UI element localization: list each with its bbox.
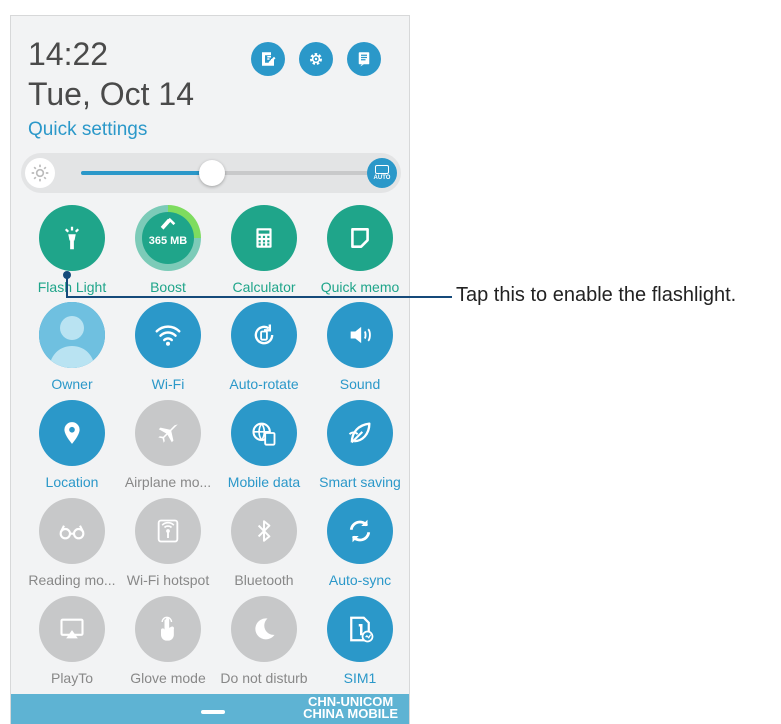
- auto-brightness-button[interactable]: AUTO: [367, 158, 397, 188]
- drag-handle[interactable]: [201, 710, 225, 714]
- mobile-data-icon: [231, 400, 297, 466]
- tile-flash-light[interactable]: Flash Light: [23, 205, 121, 303]
- sound-icon: [327, 302, 393, 368]
- leaf-icon: [327, 400, 393, 466]
- notes-button[interactable]: [347, 42, 381, 76]
- tile-auto-sync[interactable]: Auto-sync: [311, 498, 409, 596]
- glove-icon: [135, 596, 201, 662]
- tile-label: Bluetooth: [234, 572, 294, 588]
- tile-sound[interactable]: Sound: [311, 302, 409, 400]
- gear-icon: [310, 53, 322, 65]
- airplane-icon: [135, 400, 201, 466]
- tile-label: Calculator: [232, 279, 296, 295]
- hotspot-icon: [135, 498, 201, 564]
- auto-brightness-label: AUTO: [373, 174, 391, 181]
- tile-label: Auto-rotate: [229, 376, 299, 392]
- auto-brightness-icon: [375, 164, 389, 174]
- boost-value: 365 MB: [148, 235, 188, 247]
- memo-icon: [327, 205, 393, 271]
- brightness-thumb[interactable]: [199, 160, 226, 186]
- tile-label: Owner: [51, 376, 93, 392]
- edit-icon: [262, 52, 276, 66]
- tile-wi-fi-hotspot[interactable]: Wi-Fi hotspot: [119, 498, 217, 596]
- sim-icon: [327, 596, 393, 662]
- tile-reading-mo[interactable]: Reading mo...: [23, 498, 121, 596]
- brightness-bar: AUTO: [21, 153, 401, 193]
- tile-bluetooth[interactable]: Bluetooth: [215, 498, 313, 596]
- tile-do-not-disturb[interactable]: Do not disturb: [215, 596, 313, 694]
- tile-label: Airplane mo...: [124, 474, 212, 490]
- tile-airplane-mo[interactable]: Airplane mo...: [119, 400, 217, 498]
- flashlight-icon: [39, 205, 105, 271]
- tile-playto[interactable]: PlayTo: [23, 596, 121, 694]
- avatar-icon: [39, 302, 105, 368]
- settings-button[interactable]: [299, 42, 333, 76]
- boost-icon: 365 MB: [135, 205, 201, 271]
- edit-button[interactable]: [251, 42, 285, 76]
- callout-leader-horizontal: [66, 296, 452, 298]
- tile-label: Do not disturb: [220, 670, 308, 686]
- tile-label: Location: [45, 474, 99, 490]
- tile-label: Glove mode: [130, 670, 206, 686]
- tile-label: Wi-Fi hotspot: [126, 572, 210, 588]
- tile-label: Smart saving: [319, 474, 401, 490]
- clock-time: 14:22: [28, 36, 109, 72]
- glasses-icon: [39, 498, 105, 564]
- tile-sim1[interactable]: SIM1: [311, 596, 409, 694]
- tile-owner[interactable]: Owner: [23, 302, 121, 400]
- tile-auto-rotate[interactable]: Auto-rotate: [215, 302, 313, 400]
- tile-label: Wi-Fi: [151, 376, 185, 392]
- tile-label: Boost: [150, 279, 186, 295]
- tile-label: Reading mo...: [28, 572, 116, 588]
- tile-glove-mode[interactable]: Glove mode: [119, 596, 217, 694]
- navigation-bar: CHN-UNICOM CHINA MOBILE: [11, 694, 409, 724]
- calculator-icon: [231, 205, 297, 271]
- tile-quick-memo[interactable]: Quick memo: [311, 205, 409, 303]
- clock-date: Tue, Oct 14: [28, 76, 194, 112]
- tile-label: PlayTo: [50, 670, 94, 686]
- rotate-icon: [231, 302, 297, 368]
- playto-icon: [39, 596, 105, 662]
- tile-label: Flash Light: [37, 279, 107, 295]
- tile-label: Quick memo: [320, 279, 400, 295]
- tile-smart-saving[interactable]: Smart saving: [311, 400, 409, 498]
- brightness-slider[interactable]: [81, 171, 373, 175]
- tile-wi-fi[interactable]: Wi-Fi: [119, 302, 217, 400]
- sync-icon: [327, 498, 393, 564]
- location-icon: [39, 400, 105, 466]
- bluetooth-icon: [231, 498, 297, 564]
- tile-label: Mobile data: [227, 474, 301, 490]
- wifi-icon: [135, 302, 201, 368]
- tile-calculator[interactable]: Calculator: [215, 205, 313, 303]
- quick-settings-panel: 14:22 Tue, Oct 14 Quick settings AUTO Fl…: [10, 15, 410, 724]
- callout-dot: [63, 271, 71, 279]
- brightness-icon: [25, 158, 55, 188]
- quick-settings-title: Quick settings: [28, 119, 148, 140]
- carrier-label: CHN-UNICOM CHINA MOBILE: [303, 695, 398, 721]
- brightness-fill: [81, 171, 213, 175]
- tile-label: Auto-sync: [328, 572, 392, 588]
- tile-location[interactable]: Location: [23, 400, 121, 498]
- carrier-line-2: CHINA MOBILE: [303, 706, 398, 721]
- tile-label: SIM1: [343, 670, 377, 686]
- notes-icon: [358, 52, 370, 67]
- tile-boost[interactable]: 365 MB Boost: [119, 205, 217, 303]
- tile-mobile-data[interactable]: Mobile data: [215, 400, 313, 498]
- moon-icon: [231, 596, 297, 662]
- tile-label: Sound: [339, 376, 381, 392]
- callout-text: Tap this to enable the flashlight.: [456, 284, 737, 306]
